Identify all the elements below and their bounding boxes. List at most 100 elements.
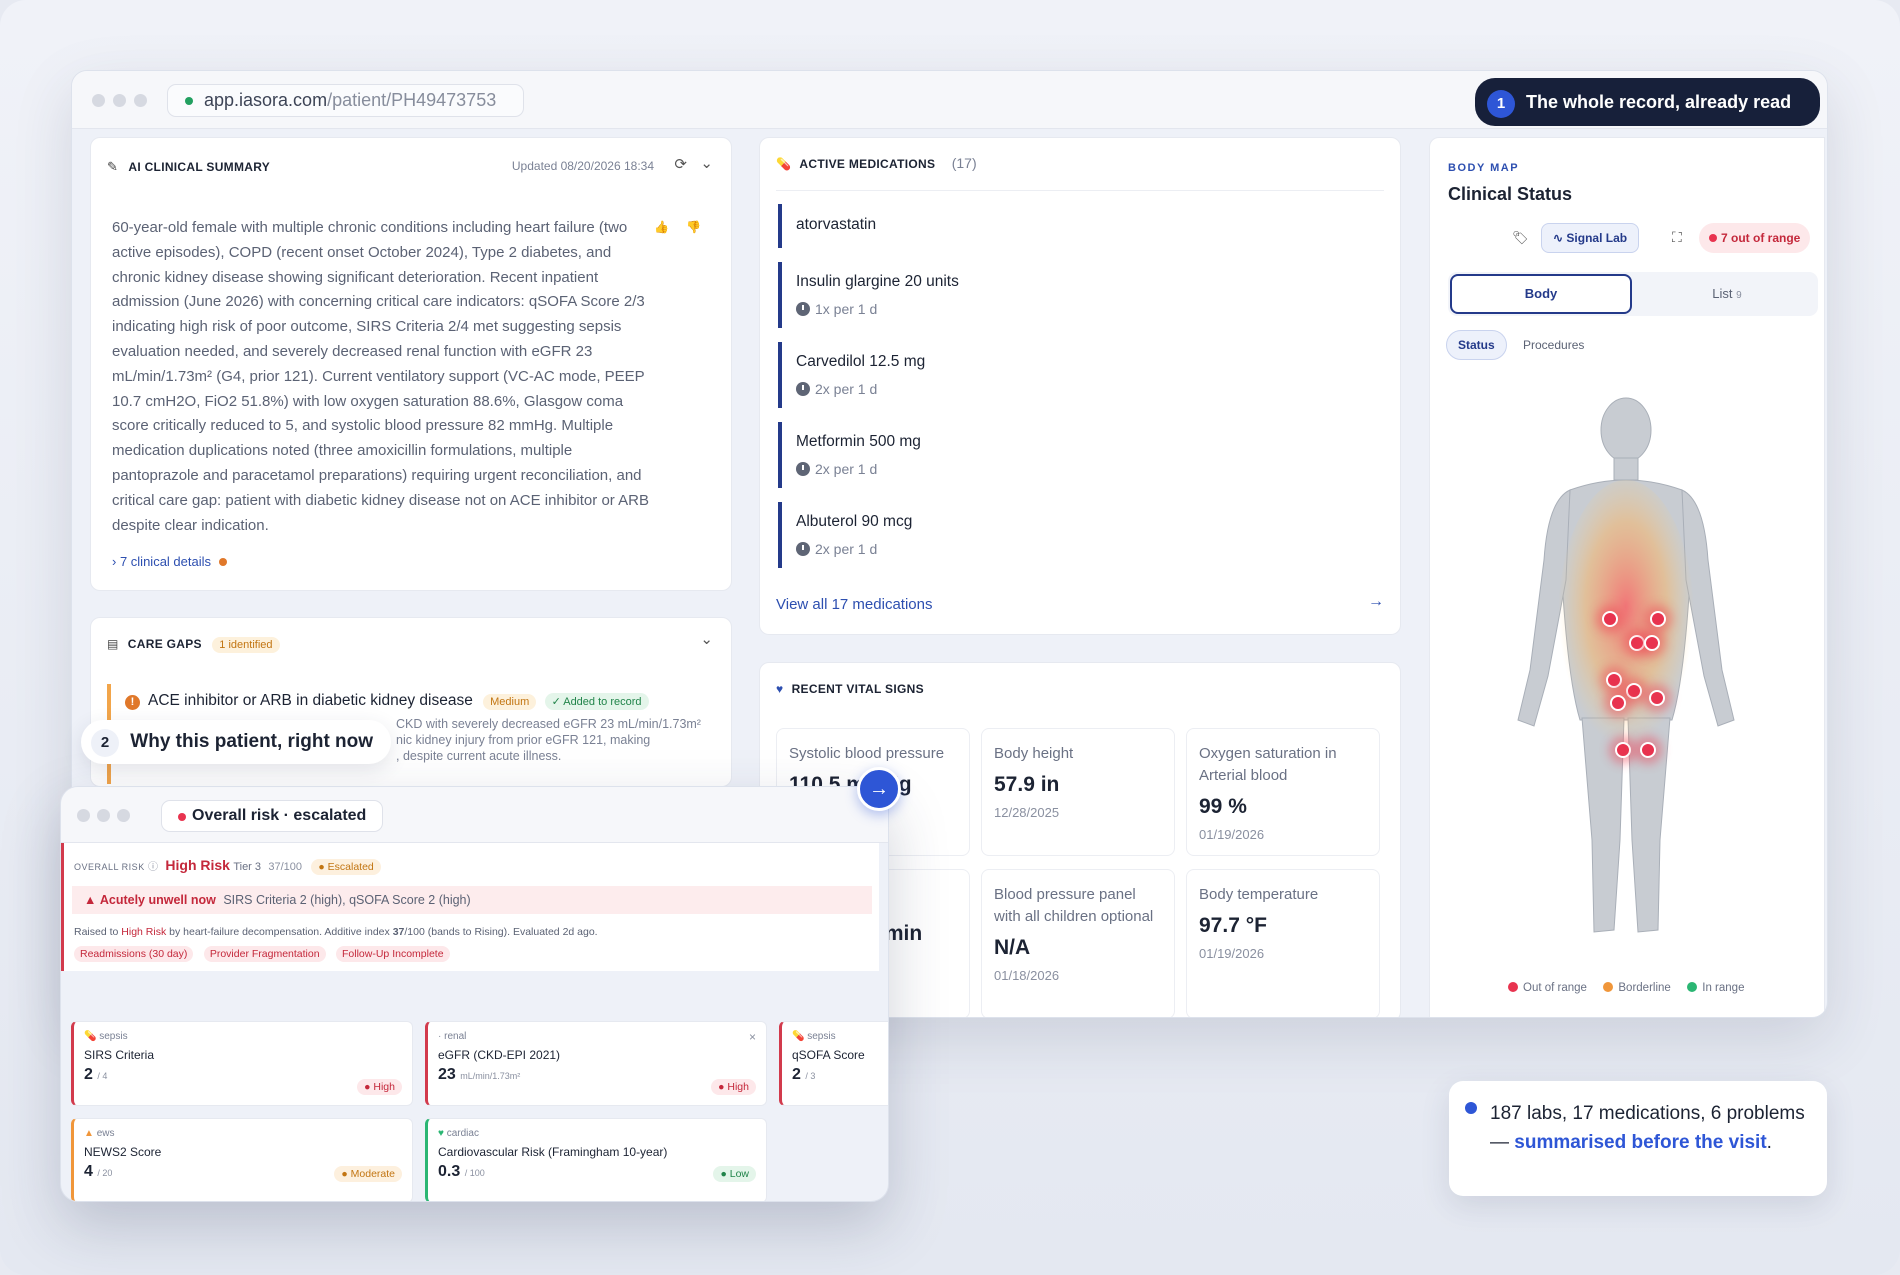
score-value: 2: [84, 1066, 93, 1083]
hotspot-marker[interactable]: [1650, 611, 1666, 627]
hotspot-marker[interactable]: [1602, 611, 1618, 627]
hotspot-marker[interactable]: [1640, 742, 1656, 758]
legend-label: In range: [1702, 982, 1745, 994]
callout-record-read: 1 The whole record, already read: [1475, 78, 1820, 126]
hotspot-marker[interactable]: [1649, 690, 1665, 706]
url-path: /patient/PH49473753: [327, 90, 497, 110]
med-name: Albuterol 90 mcg: [796, 513, 913, 530]
care-gaps-header: ▤ CARE GAPS 1 identified: [107, 635, 280, 653]
score-card[interactable]: · renal × eGFR (CKD-EPI 2021) 23 mL/min/1.7…: [425, 1021, 767, 1106]
vital-tile[interactable]: Blood pressure panel with all children o…: [981, 869, 1175, 1017]
window-dot: [77, 809, 90, 822]
signal-lab-label: Signal Lab: [1566, 231, 1628, 245]
score-title: NEWS2 Score: [84, 1145, 162, 1159]
tag-icon[interactable]: 🏷: [1512, 230, 1529, 246]
med-item[interactable]: Insulin glargine 20 units 1x per 1 d: [778, 262, 1398, 328]
legend-label: Borderline: [1618, 982, 1671, 994]
score-badge: ● High: [357, 1079, 402, 1095]
blue-dot: [1465, 1102, 1477, 1114]
score-card[interactable]: ▲ ews NEWS2 Score 4 / 20 ● Moderate: [71, 1118, 413, 1201]
hotspot-marker[interactable]: [1629, 635, 1645, 651]
vital-label: Body height: [994, 745, 1074, 762]
risk-summary-row: OVERALL RISK ⓘ High Risk Tier 3 37/100 ●…: [74, 857, 381, 875]
vital-value: 57.9 in: [994, 773, 1060, 796]
callout-why-now: 2 Why this patient, right now: [81, 720, 392, 764]
inflammation-glow: [1558, 480, 1694, 760]
hotspot-marker[interactable]: [1626, 683, 1642, 699]
callout-number: 1: [1487, 90, 1515, 118]
med-item[interactable]: Albuterol 90 mcg 2x per 1 d: [778, 502, 1398, 568]
vital-tile[interactable]: Body height 57.9 in 12/28/2025: [981, 728, 1175, 856]
thumbs-down-icon[interactable]: 👎: [686, 220, 701, 234]
badge-label: High: [373, 1081, 395, 1093]
close-icon[interactable]: ×: [749, 1030, 756, 1044]
med-item[interactable]: atorvastatin: [778, 204, 1398, 248]
status-dot: [178, 813, 186, 821]
chip-status[interactable]: Status: [1446, 330, 1507, 360]
out-of-range-badge[interactable]: 7 out of range: [1699, 223, 1811, 253]
view-all-meds-link[interactable]: View all 17 medications: [776, 596, 932, 613]
vital-tile[interactable]: Oxygen saturation in Arterial blood 99 % 0…: [1186, 728, 1380, 856]
summary-title: AI CLINICAL SUMMARY: [128, 160, 271, 174]
view-toggle: Body List 9: [1448, 272, 1818, 316]
vital-tile[interactable]: Body temperature 97.7 °F 01/19/2026: [1186, 869, 1380, 1017]
vital-date: 01/19/2026: [1199, 827, 1265, 842]
arrow-right-icon[interactable]: →: [857, 767, 901, 811]
chevron-down-icon[interactable]: ⌄: [700, 154, 713, 172]
score-max: / 20: [97, 1168, 113, 1178]
med-item[interactable]: Carvedilol 12.5 mg 2x per 1 d: [778, 342, 1398, 408]
care-gap-item[interactable]: ! ACE inhibitor or ARB in diabetic kidney…: [125, 692, 649, 710]
note-end: .: [1766, 1132, 1772, 1153]
hotspot-marker[interactable]: [1606, 672, 1622, 688]
med-name: atorvastatin: [796, 216, 877, 233]
legend-out: Out of range: [1508, 982, 1587, 994]
clipboard-icon: ▤: [107, 637, 119, 651]
tab-list[interactable]: List 9: [1638, 274, 1816, 314]
med-name: Metformin 500 mg: [796, 433, 921, 450]
clinical-details-link[interactable]: › 7 clinical details: [112, 554, 227, 569]
score-value: 23: [438, 1066, 456, 1083]
window-dot: [113, 94, 126, 107]
chevron-down-icon[interactable]: ⌄: [700, 630, 713, 648]
meds-header: 💊 ACTIVE MEDICATIONS (17): [776, 155, 1384, 191]
score-card[interactable]: 💊 sepsis SIRS Criteria 2 / 4 ● High: [71, 1021, 413, 1106]
risk-tags: Readmissions (30 day) Provider Fragmenta…: [74, 944, 456, 962]
hotspot-marker[interactable]: [1610, 695, 1626, 711]
score-title: eGFR (CKD-EPI 2021): [438, 1048, 561, 1062]
signal-lab-button[interactable]: ∿ Signal Lab: [1541, 223, 1640, 253]
score-category: ♥ cardiac: [438, 1128, 756, 1139]
hotspot-marker[interactable]: [1615, 742, 1631, 758]
kidney-icon: ·: [438, 1031, 442, 1042]
risk-explanation: Raised to High Risk by heart-failure dec…: [74, 926, 598, 938]
vital-date: 01/19/2026: [1199, 946, 1265, 961]
arrow-right-icon[interactable]: →: [1368, 593, 1384, 611]
warning-icon: !: [125, 695, 140, 710]
address-bar[interactable]: app.iasora.com/patient/PH49473753: [167, 84, 524, 117]
summary-text: 60-year-old female with multiple chronic…: [112, 219, 649, 534]
chip-procedures[interactable]: Procedures: [1512, 330, 1595, 360]
overlay-topbar: Overall risk · escalated: [61, 787, 888, 843]
tab-body[interactable]: Body: [1450, 274, 1632, 314]
body-figure: [1517, 397, 1735, 933]
score-card[interactable]: 💊 sepsis qSOFA Score 2 / 3: [779, 1021, 888, 1106]
score-category: · renal: [438, 1031, 756, 1042]
refresh-icon[interactable]: ⟳: [674, 155, 687, 173]
vital-date: 12/28/2025: [994, 805, 1060, 820]
severity-badge: Medium: [483, 694, 537, 710]
score-value: 4: [84, 1163, 93, 1180]
med-item[interactable]: Metformin 500 mg 2x per 1 d: [778, 422, 1398, 488]
legend-label: Out of range: [1523, 982, 1587, 994]
score-max: / 100: [464, 1168, 485, 1178]
risk-tag[interactable]: Follow-Up Incomplete: [336, 946, 450, 962]
hotspot-marker[interactable]: [1644, 635, 1660, 651]
category-label: sepsis: [807, 1031, 836, 1042]
escalated-label: Escalated: [327, 861, 374, 873]
body-legend: Out of range Borderline In range: [1508, 978, 1756, 996]
score-category: 💊 sepsis: [792, 1031, 879, 1042]
note-highlight: summarised before the visit: [1514, 1132, 1767, 1153]
expand-icon[interactable]: ⛶: [1672, 229, 1682, 246]
risk-tag[interactable]: Provider Fragmentation: [203, 946, 326, 962]
risk-tag[interactable]: Readmissions (30 day): [74, 946, 194, 962]
alert-title: Acutely unwell now: [99, 893, 216, 907]
score-card[interactable]: ♥ cardiac Cardiovascular Risk (Framingham…: [425, 1118, 767, 1201]
